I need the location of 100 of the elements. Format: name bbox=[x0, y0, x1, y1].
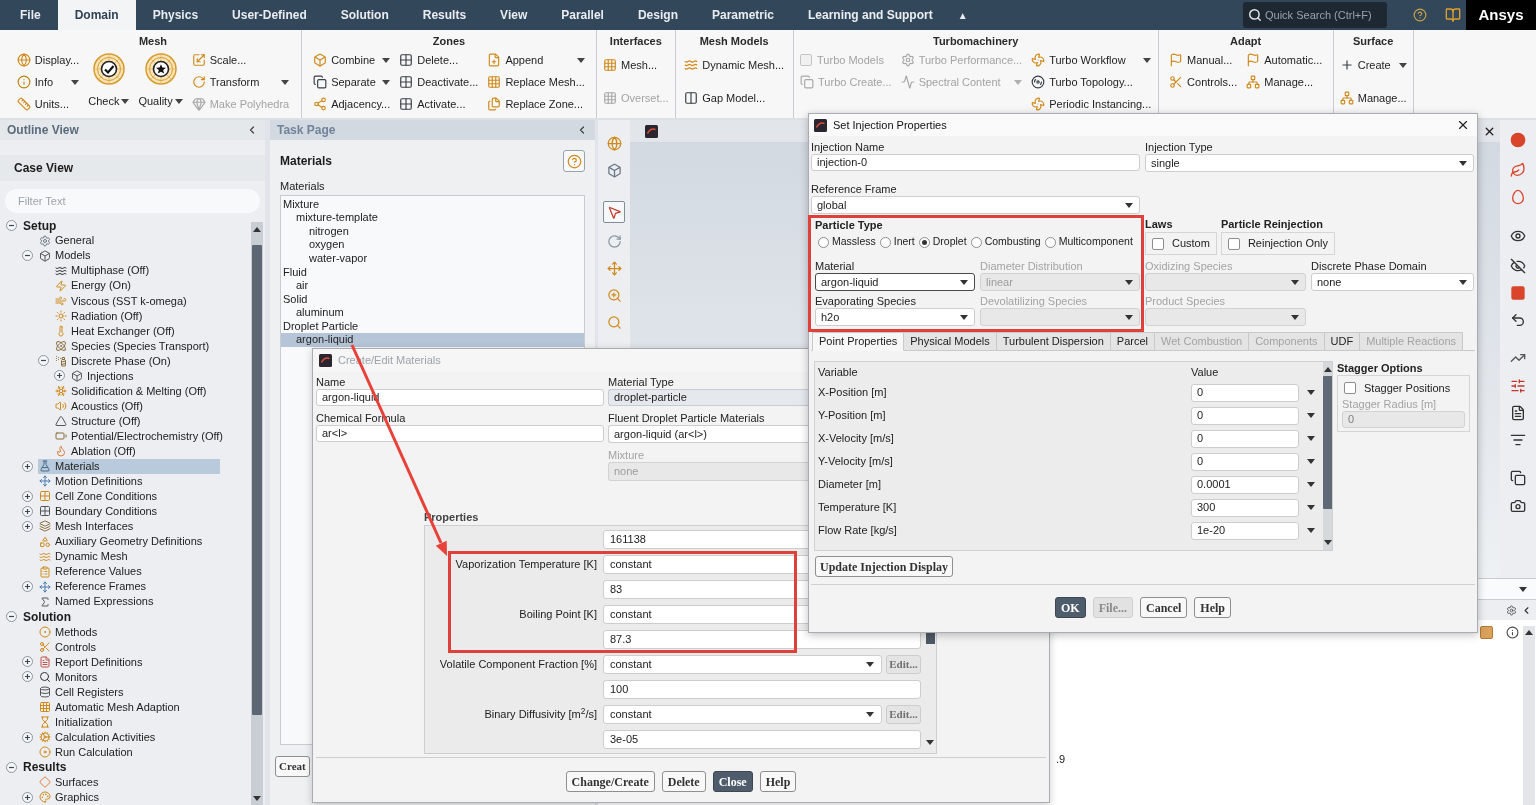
help-button[interactable] bbox=[563, 150, 585, 172]
tree-item[interactable]: Setup bbox=[22, 218, 58, 233]
ribbon-button[interactable]: Replace Zone... bbox=[487, 93, 585, 115]
tree-item[interactable]: Monitors bbox=[38, 669, 99, 685]
info-icon[interactable] bbox=[1506, 626, 1519, 639]
collapse-icon[interactable] bbox=[6, 220, 17, 231]
scroll-up-icon[interactable] bbox=[1324, 367, 1332, 372]
collapse-icon[interactable] bbox=[6, 761, 17, 773]
task-button[interactable]: Creat bbox=[275, 756, 310, 777]
checkbox[interactable] bbox=[1344, 382, 1356, 394]
tree-item[interactable]: Dynamic Mesh bbox=[38, 549, 129, 565]
collapse-icon[interactable] bbox=[6, 611, 17, 623]
list-item[interactable]: mixture-template bbox=[281, 210, 380, 225]
scrollbar[interactable] bbox=[251, 222, 263, 805]
tree-item[interactable]: Models bbox=[38, 248, 92, 264]
value-field[interactable]: 0 bbox=[1191, 429, 1299, 448]
ribbon-button[interactable]: Periodic Instancing... bbox=[1031, 93, 1152, 115]
ribbon-button[interactable]: Adjacency... bbox=[313, 93, 391, 115]
ribbon-button[interactable]: Create bbox=[1339, 54, 1407, 77]
ribbon-button[interactable]: Replace Mesh... bbox=[487, 71, 585, 93]
caret-icon[interactable] bbox=[1307, 390, 1315, 395]
tree-item[interactable]: Surfaces bbox=[38, 774, 100, 790]
expand-icon[interactable] bbox=[22, 656, 33, 668]
value-field[interactable]: 1e-20 bbox=[1191, 521, 1299, 540]
radio-label[interactable]: Massless bbox=[832, 234, 876, 250]
menu-tab[interactable]: Parallel bbox=[544, 0, 621, 30]
tree-item[interactable]: Cell Registers bbox=[38, 684, 125, 700]
menu-tab[interactable]: Learning and Support bbox=[791, 0, 950, 30]
ribbon-button[interactable]: Deactivate... bbox=[399, 71, 479, 93]
caret-icon[interactable] bbox=[1307, 413, 1315, 418]
eye-icon[interactable] bbox=[1510, 228, 1526, 244]
menu-tab[interactable]: User-Defined bbox=[215, 0, 324, 30]
ribbon-button[interactable]: Turbo Workflow bbox=[1031, 49, 1152, 71]
expand-icon[interactable] bbox=[22, 505, 33, 517]
radio-button[interactable] bbox=[818, 236, 829, 248]
tree-item[interactable]: Graphics bbox=[38, 789, 101, 805]
tab[interactable]: Turbulent Dispersion bbox=[996, 332, 1111, 351]
expand-icon[interactable] bbox=[22, 671, 33, 683]
scroll-down-icon[interactable] bbox=[253, 796, 261, 801]
ribbon-button[interactable]: Automatic... bbox=[1246, 49, 1323, 71]
ribbon-button[interactable]: Display... bbox=[16, 49, 80, 71]
list-item[interactable]: Solid bbox=[281, 292, 310, 306]
caret-icon[interactable] bbox=[1307, 436, 1315, 441]
edit-button[interactable]: Edit... bbox=[886, 655, 921, 674]
update-button[interactable]: Update Injection Display bbox=[815, 556, 953, 577]
tree-item[interactable]: Automatic Mesh Adaption bbox=[38, 699, 181, 715]
ribbon-button[interactable]: Controls... bbox=[1169, 71, 1238, 93]
copy-icon[interactable] bbox=[1510, 470, 1526, 486]
ribbon-button[interactable]: Mesh... bbox=[603, 54, 669, 77]
filter-field[interactable]: Filter Text bbox=[5, 189, 260, 213]
menu-tab[interactable]: Results bbox=[405, 0, 484, 30]
scrollbar-thumb[interactable] bbox=[925, 633, 935, 644]
square-icon[interactable] bbox=[1480, 626, 1493, 639]
tab[interactable]: Physical Models bbox=[904, 332, 997, 351]
ribbon-button[interactable]: Units... bbox=[16, 93, 80, 115]
ribbon-button[interactable]: Check bbox=[88, 49, 130, 110]
expand-icon[interactable] bbox=[22, 791, 33, 803]
scroll-up-icon[interactable] bbox=[253, 227, 261, 232]
tree-item[interactable]: Results bbox=[22, 759, 68, 775]
tree-item[interactable]: Solidification & Melting (Off) bbox=[54, 383, 208, 399]
checkbox-label[interactable]: Stagger Positions bbox=[1364, 379, 1451, 397]
ribbon-button[interactable]: Append bbox=[487, 49, 585, 71]
tree-item[interactable]: Reference Frames bbox=[38, 579, 148, 595]
dialog-button[interactable]: Delete bbox=[661, 771, 706, 792]
radio-button[interactable] bbox=[879, 236, 891, 248]
square-icon[interactable] bbox=[1510, 285, 1526, 301]
tree-item[interactable]: Controls bbox=[38, 639, 97, 655]
scroll-up-icon[interactable] bbox=[1525, 630, 1533, 635]
text-field[interactable]: ar<l> bbox=[316, 425, 604, 442]
dropdown[interactable]: argon-liquid (ar<l>) bbox=[608, 425, 809, 443]
tree-item[interactable]: Species (Species Transport) bbox=[54, 338, 211, 354]
help-icon[interactable] bbox=[1413, 8, 1427, 22]
value-field[interactable]: 3e-05 bbox=[603, 730, 921, 749]
tree-item[interactable]: Acoustics (Off) bbox=[54, 398, 144, 414]
expand-icon[interactable] bbox=[22, 581, 33, 593]
tree-item[interactable]: Solution bbox=[22, 609, 72, 625]
search-field[interactable]: Quick Search (Ctrl+F) bbox=[1243, 2, 1387, 28]
tree-item[interactable]: Mesh Interfaces bbox=[38, 518, 135, 534]
caret-icon[interactable] bbox=[1307, 482, 1315, 487]
tree-item[interactable]: Methods bbox=[38, 624, 99, 640]
tree-item[interactable]: Initialization bbox=[38, 714, 114, 730]
tree-item[interactable]: Discrete Phase (On) bbox=[54, 353, 172, 369]
list-icon[interactable] bbox=[1510, 432, 1526, 448]
collapse-icon[interactable] bbox=[38, 355, 49, 367]
value-field[interactable]: 100 bbox=[603, 680, 921, 699]
caret-icon[interactable] bbox=[1307, 459, 1315, 464]
radio-button[interactable] bbox=[918, 236, 930, 248]
collapse-ribbon-button[interactable]: ▲ bbox=[949, 0, 976, 30]
dialog-button[interactable]: Cancel bbox=[1140, 597, 1188, 618]
tree-item[interactable]: Viscous (SST k-omega) bbox=[54, 293, 188, 309]
tree-item[interactable]: Auxiliary Geometry Definitions bbox=[38, 534, 204, 549]
list-item[interactable]: nitrogen bbox=[281, 224, 351, 238]
tree-item[interactable]: Multiphase (Off) bbox=[54, 263, 151, 279]
ribbon-button[interactable]: Activate... bbox=[399, 93, 479, 115]
dropdown[interactable]: constant bbox=[603, 655, 882, 674]
tree-item[interactable]: Cell Zone Conditions bbox=[38, 488, 159, 504]
document-icon[interactable] bbox=[1510, 405, 1526, 421]
expand-icon[interactable] bbox=[22, 460, 33, 472]
close-icon[interactable] bbox=[1456, 118, 1470, 132]
scrollbar[interactable] bbox=[1523, 626, 1535, 805]
